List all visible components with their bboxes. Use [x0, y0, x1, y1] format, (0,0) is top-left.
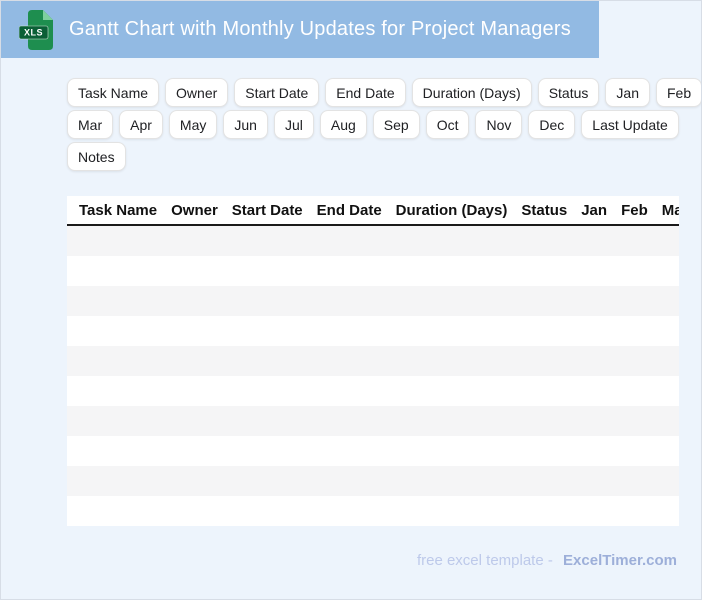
- table-header-cell: Start Date: [231, 201, 303, 219]
- column-chip[interactable]: Task Name: [67, 78, 160, 107]
- table-row: [67, 376, 679, 406]
- table-row: [67, 286, 679, 316]
- column-chip[interactable]: Notes: [67, 142, 126, 171]
- table-row: [67, 406, 679, 436]
- table-body: [67, 226, 679, 526]
- xls-file-icon: XLS: [18, 9, 55, 51]
- column-chip[interactable]: Status: [537, 78, 600, 107]
- column-chip[interactable]: Duration (Days): [411, 78, 532, 107]
- table-row: [67, 226, 679, 256]
- column-chip[interactable]: Jan: [605, 78, 650, 107]
- table-header-cell: Jan: [581, 201, 608, 219]
- column-chip[interactable]: Aug: [319, 110, 367, 139]
- table-row: [67, 316, 679, 346]
- page-title: Gantt Chart with Monthly Updates for Pro…: [69, 18, 571, 40]
- column-chip[interactable]: Start Date: [234, 78, 320, 107]
- table-row: [67, 436, 679, 466]
- data-table: Task Name Owner Start Date End Date Duration…: [67, 196, 679, 526]
- xls-badge-text: XLS: [24, 27, 43, 37]
- column-chip[interactable]: Oct: [425, 110, 470, 139]
- footer: free excel template - ExcelTimer.com: [417, 552, 677, 569]
- column-chip[interactable]: Last Update: [581, 110, 679, 139]
- table-header-cell: End Date: [316, 201, 382, 219]
- column-chips: Task Name Owner Start Date End Date Duration…: [67, 78, 701, 171]
- table-header-cell: Task Name: [79, 201, 158, 219]
- table-row: [67, 466, 679, 496]
- column-chip[interactable]: Jun: [223, 110, 268, 139]
- table-header-cell: Mar: [661, 201, 679, 219]
- column-chip[interactable]: Dec: [528, 110, 576, 139]
- column-chip[interactable]: Apr: [119, 110, 163, 139]
- header: XLS Gantt Chart with Monthly Updates for…: [1, 1, 599, 58]
- table-row: [67, 496, 679, 526]
- footer-brand-link[interactable]: ExcelTimer.com: [563, 552, 677, 569]
- table-header-cell: Status: [521, 201, 568, 219]
- column-chip[interactable]: Owner: [165, 78, 229, 107]
- page: XLS Gantt Chart with Monthly Updates for…: [0, 0, 702, 600]
- table-row: [67, 346, 679, 376]
- footer-text: free excel template -: [416, 552, 553, 569]
- column-chip[interactable]: May: [168, 110, 218, 139]
- table-header-cell: Duration (Days): [395, 201, 508, 219]
- column-chip[interactable]: Feb: [655, 78, 701, 107]
- column-chip[interactable]: End Date: [325, 78, 406, 107]
- column-chip[interactable]: Nov: [475, 110, 523, 139]
- table-header-row: Task Name Owner Start Date End Date Duration…: [67, 196, 679, 226]
- column-chip[interactable]: Sep: [372, 110, 420, 139]
- table-row: [67, 256, 679, 286]
- table-header-cell: Owner: [171, 201, 218, 219]
- table-header-cell: Feb: [621, 201, 648, 219]
- column-chip[interactable]: Mar: [67, 110, 114, 139]
- column-chip[interactable]: Jul: [273, 110, 314, 139]
